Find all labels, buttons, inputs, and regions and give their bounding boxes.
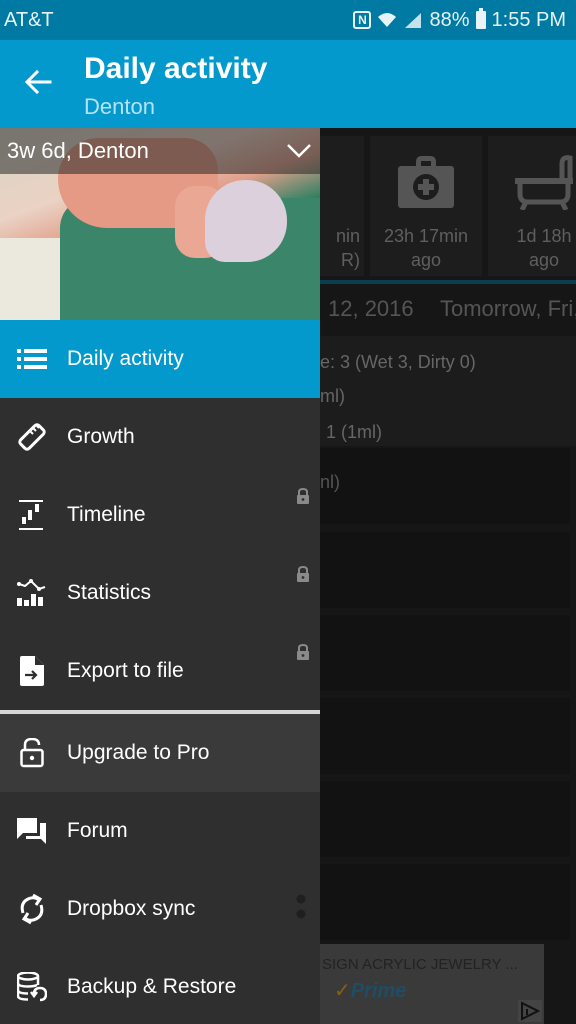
menu-item-label: Forum [67, 819, 128, 842]
menu-item-label: Timeline [67, 503, 146, 526]
card-line2: ago [528, 250, 560, 270]
prime-logo: ✓Prime [334, 978, 406, 1003]
export-file-icon [16, 655, 48, 687]
child-name-label[interactable]: 3w 6d, Denton [7, 138, 149, 164]
list-icon [16, 343, 48, 375]
prime-label: Prime [350, 980, 407, 1002]
menu-item-label: Statistics [67, 581, 152, 604]
check-icon: ✓ [334, 980, 351, 1002]
page-title: Daily activity [84, 52, 268, 85]
menu-item-label: Dropbox sync [67, 897, 196, 920]
menu-item-export[interactable]: Export to file [0, 632, 320, 710]
wifi-icon [378, 13, 397, 27]
lock-icon [297, 566, 309, 582]
row-text: nl) [320, 472, 341, 492]
menu-item-label: Daily activity [67, 347, 184, 370]
unlock-icon [16, 737, 48, 769]
lock-icon [297, 644, 309, 660]
page-subtitle: Denton [84, 94, 155, 119]
activity-card[interactable]: 1d 18h ago [488, 136, 576, 276]
battery-icon [475, 8, 486, 29]
clock: 1:55 PM [491, 8, 566, 31]
menu-item-label: Upgrade to Pro [67, 741, 210, 764]
menu-item-label: Export to file [67, 659, 184, 682]
status-icons: N 88% 1:55 PM [353, 8, 566, 32]
menu-item-upgrade-pro[interactable]: Upgrade to Pro [0, 714, 320, 792]
timeline-icon [16, 499, 48, 531]
scroll-indicator [296, 894, 306, 919]
app-toolbar: Daily activity Denton [0, 40, 576, 128]
menu-item-growth[interactable]: Growth [0, 398, 320, 476]
menu-item-timeline[interactable]: Timeline [0, 476, 320, 554]
activity-card[interactable]: 23h 17min ago [370, 136, 482, 276]
card-line1: 1d 18h [516, 226, 572, 246]
summary-line: 1 (1ml) [326, 422, 383, 442]
ad-text: SIGN ACRYLIC JEWELRY ... [322, 956, 518, 973]
menu-item-label: Growth [67, 425, 135, 448]
summary-line: ml) [320, 386, 345, 406]
summary-line: e: 3 (Wet 3, Dirty 0) [320, 352, 476, 372]
carrier-label: AT&T [4, 8, 54, 31]
ruler-icon [16, 421, 48, 453]
sync-icon [16, 893, 48, 925]
menu-item-label: Backup & Restore [67, 975, 237, 998]
status-bar: AT&T N 88% 1:55 PM [0, 0, 576, 40]
next-date[interactable]: Tomorrow, Fri, [440, 296, 576, 322]
menu-item-daily-activity[interactable]: Daily activity [0, 320, 320, 398]
statistics-icon [16, 577, 48, 609]
ad-banner[interactable]: SIGN ACRYLIC JEWELRY ... ✓Prime [320, 944, 544, 1024]
drawer-header: 3w 6d, Denton [0, 128, 320, 320]
menu-item-backup-restore[interactable]: Backup & Restore [0, 948, 320, 1024]
bathtub-icon [515, 155, 573, 210]
battery-percent: 88% [429, 8, 470, 31]
menu-item-forum[interactable]: Forum [0, 792, 320, 870]
card-line2: ago [410, 250, 442, 270]
signal-icon [405, 13, 422, 28]
lock-icon [297, 488, 309, 504]
medicine-kit-icon [398, 156, 454, 208]
screen: AT&T N 88% 1:55 PM Daily activity Denton… [0, 0, 576, 1024]
photo-part [205, 180, 287, 262]
nfc-icon: N [353, 11, 372, 29]
forum-icon [16, 815, 48, 847]
drawer-menu: Daily activity Growth Timeline Statistic… [0, 320, 320, 1024]
menu-item-statistics[interactable]: Statistics [0, 554, 320, 632]
current-date[interactable]: 12, 2016 [328, 296, 414, 322]
navigation-drawer: 3w 6d, Denton Daily activity Growth Time… [0, 128, 320, 1024]
menu-item-dropbox-sync[interactable]: Dropbox sync [0, 870, 320, 948]
adchoices-icon[interactable] [518, 1000, 542, 1022]
arrow-back-icon[interactable] [22, 66, 54, 98]
backup-restore-icon [16, 971, 48, 1003]
chevron-down-icon[interactable] [286, 140, 312, 160]
card-line1: 23h 17min [383, 226, 469, 246]
